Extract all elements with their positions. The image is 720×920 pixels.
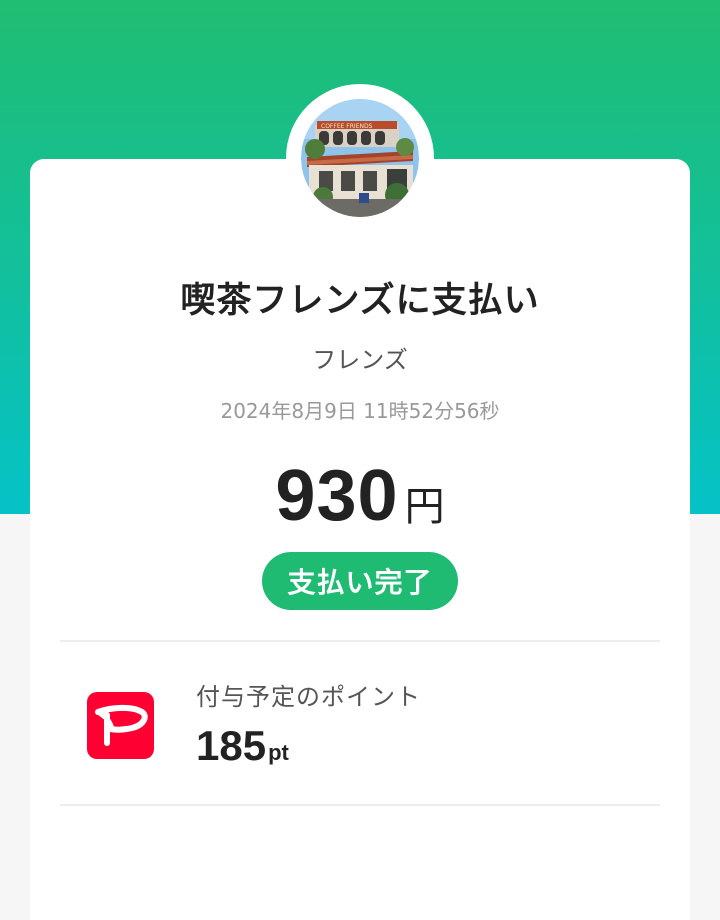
payment-title: 喫茶フレンズに支払い	[180, 281, 540, 321]
paypay-p-icon	[94, 704, 148, 746]
points-unit: pt	[268, 740, 289, 765]
amount-value: 930	[275, 456, 399, 536]
points-label: 付与予定のポイント	[196, 683, 421, 711]
divider	[60, 640, 660, 642]
status-badge: 支払い完了	[262, 552, 458, 610]
paypay-logo-icon	[87, 692, 154, 759]
payment-complete-screen: COFFEE FRIENDS 喫茶フレンズに支払い フレンズ 2024年8月9日…	[0, 0, 720, 920]
payment-datetime: 2024年8月9日 11時52分56秒	[220, 399, 500, 423]
divider	[60, 804, 660, 806]
points-value: 185	[196, 722, 267, 769]
currency-unit: 円	[404, 484, 445, 530]
points-amount: 185pt	[196, 722, 289, 770]
svg-text:COFFEE FRIENDS: COFFEE FRIENDS	[321, 123, 373, 130]
payment-amount: 930 円	[0, 455, 720, 537]
merchant-avatar-frame: COFFEE FRIENDS	[286, 84, 434, 232]
merchant-photo: COFFEE FRIENDS	[301, 99, 419, 217]
merchant-name: フレンズ	[312, 346, 408, 374]
